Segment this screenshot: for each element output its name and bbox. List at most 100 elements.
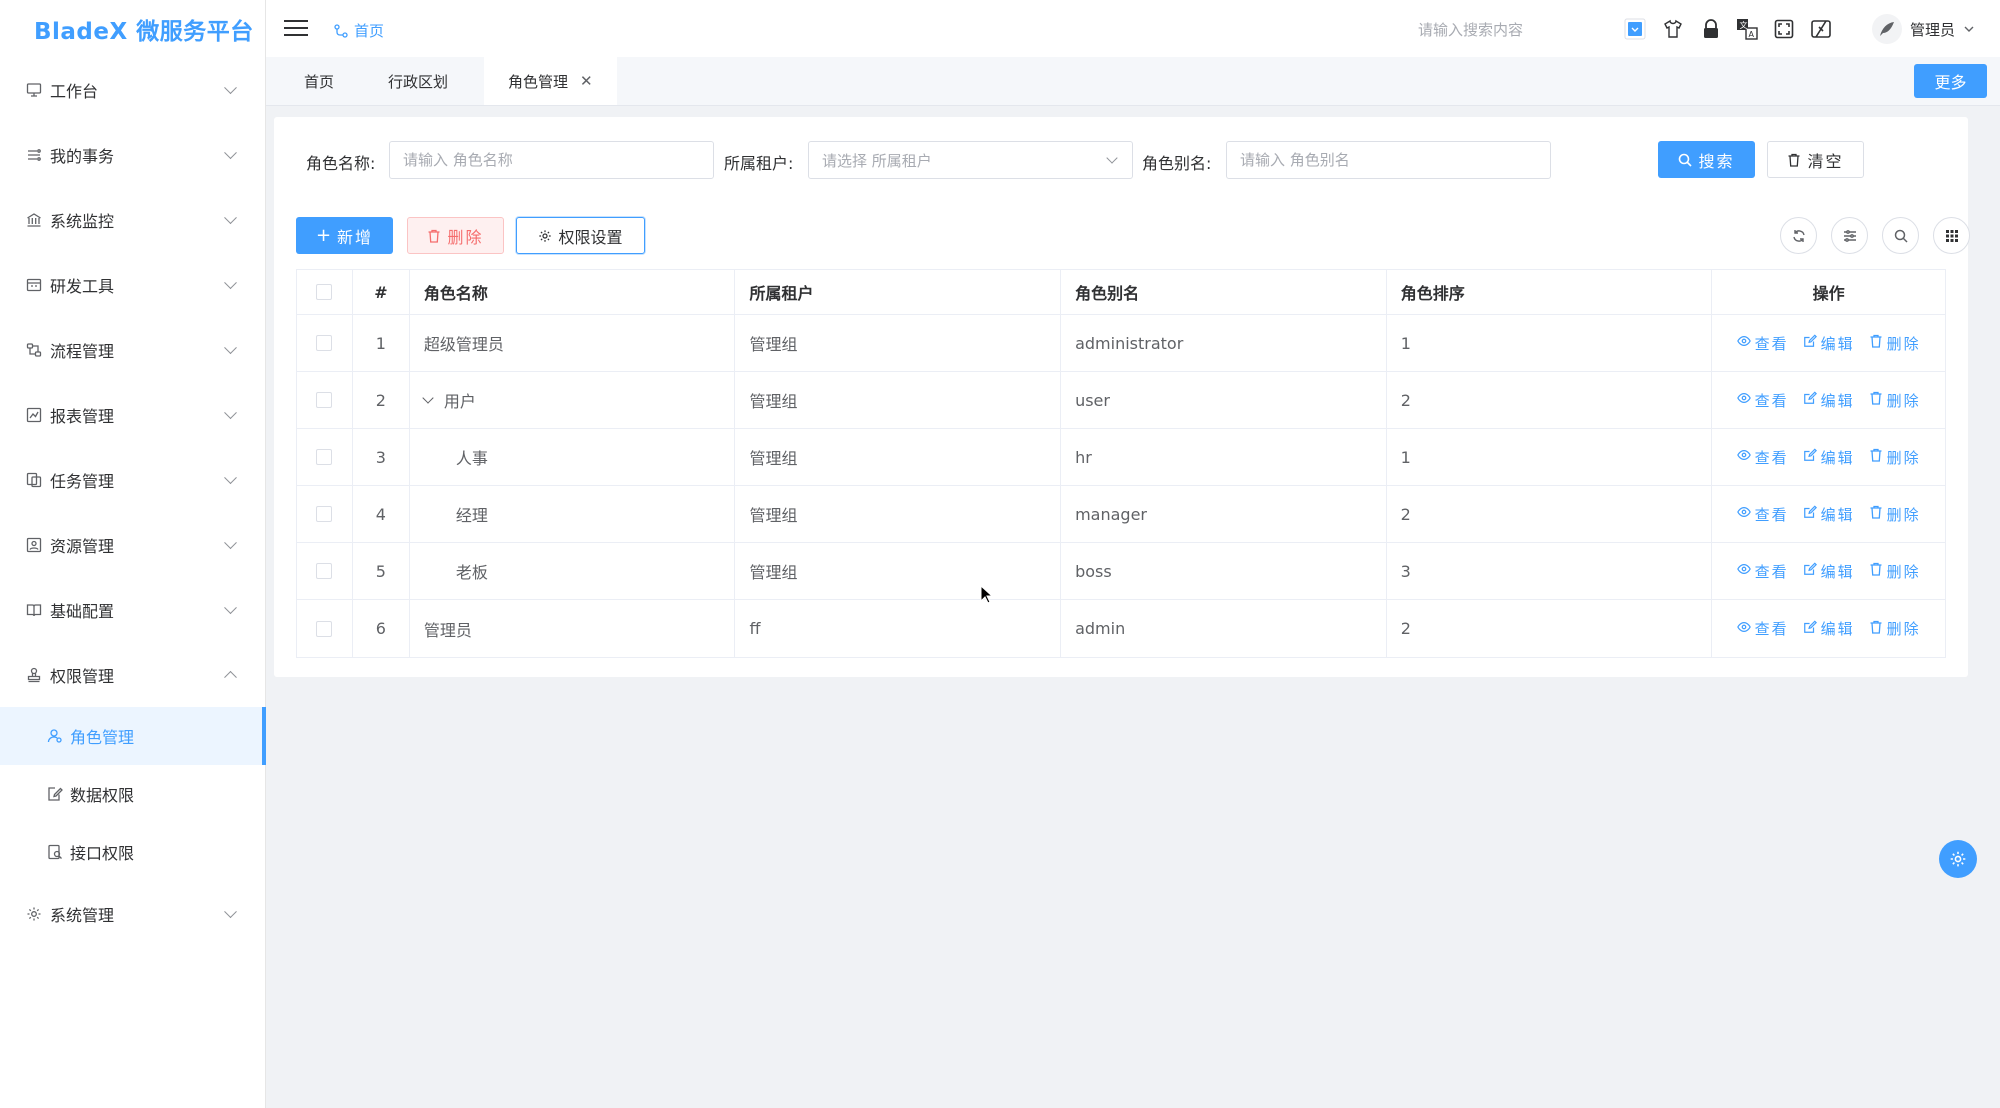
chevron-down-icon — [1106, 152, 1118, 164]
tasks-icon — [24, 145, 44, 165]
tab-role-management[interactable]: 角色管理 ✕ — [484, 57, 617, 105]
screenshot-icon[interactable] — [1810, 18, 1832, 40]
theme-shirt-icon[interactable] — [1662, 18, 1684, 40]
user-name: 管理员 — [1910, 20, 1956, 39]
app-logo[interactable]: BladeX 微服务平台 — [0, 0, 265, 57]
sidebar-item-affairs[interactable]: 我的事务 — [0, 122, 265, 187]
sidebar-item-monitor[interactable]: 系统监控 — [0, 187, 265, 252]
search-icon — [1894, 229, 1908, 243]
sidebar-item-system[interactable]: 系统管理 — [0, 881, 265, 946]
cell-role-sort: 2 — [1387, 372, 1713, 428]
user-menu[interactable]: 管理员 — [1872, 14, 1975, 44]
view-button[interactable]: 查看 — [1736, 504, 1789, 525]
cell-role-name: 人事 — [410, 429, 736, 485]
delete-button[interactable]: 删除 — [1869, 390, 1921, 411]
sidebar-item-flow[interactable]: 流程管理 — [0, 317, 265, 382]
view-button[interactable]: 查看 — [1736, 618, 1789, 639]
eye-icon — [1736, 448, 1751, 466]
sidebar-item-label: 研发工具 — [50, 276, 115, 296]
select-all-checkbox[interactable] — [316, 284, 333, 300]
column-settings-button[interactable] — [1831, 217, 1868, 254]
color-picker-icon[interactable] — [1624, 18, 1646, 40]
sidebar-item-tasks[interactable]: 任务管理 — [0, 447, 265, 512]
row-checkbox[interactable] — [316, 449, 333, 465]
sidebar-subitem-data-permission[interactable]: 数据权限 — [0, 765, 265, 823]
cell-operations: 查看 编辑 删除 — [1712, 543, 1945, 599]
toggle-search-button[interactable] — [1882, 217, 1919, 254]
sidebar-item-basic-config[interactable]: 基础配置 — [0, 577, 265, 642]
search-button[interactable]: 搜索 — [1658, 141, 1755, 178]
delete-button[interactable]: 删除 — [1869, 333, 1921, 354]
header-checkbox-cell — [297, 270, 353, 314]
sidebar-item-reports[interactable]: 报表管理 — [0, 382, 265, 447]
cell-checkbox — [297, 429, 353, 485]
sidebar-subitem-label: 角色管理 — [70, 728, 135, 747]
top-search-input[interactable]: 请输入搜索内容 — [1418, 19, 1523, 40]
task-icon — [24, 470, 44, 490]
edit-button[interactable]: 编辑 — [1803, 561, 1855, 582]
delete-button[interactable]: 删除 — [1869, 504, 1921, 525]
eye-icon — [1736, 620, 1751, 638]
edit-icon — [1803, 448, 1817, 466]
row-checkbox[interactable] — [316, 392, 333, 408]
breadcrumb[interactable]: 首页 — [334, 20, 384, 41]
row-checkbox[interactable] — [316, 563, 333, 579]
edit-button[interactable]: 编辑 — [1803, 504, 1855, 525]
lock-icon[interactable] — [1700, 18, 1722, 40]
delete-button[interactable]: 删除 — [1869, 618, 1921, 639]
sidebar-item-devtools[interactable]: 研发工具 — [0, 252, 265, 317]
tenant-select[interactable]: 请选择 所属租户 — [808, 141, 1133, 179]
table-row: 6 管理员 ff admin 2 查看 编辑 删除 — [297, 600, 1945, 657]
alias-input[interactable] — [1226, 141, 1551, 179]
add-button[interactable]: + 新增 — [296, 217, 393, 254]
row-checkbox[interactable] — [316, 506, 333, 522]
view-button[interactable]: 查看 — [1736, 333, 1789, 354]
breadcrumb-home[interactable]: 首页 — [354, 20, 384, 41]
sidebar-item-resources[interactable]: 资源管理 — [0, 512, 265, 577]
main-card: 角色名称: 所属租户: 请选择 所属租户 角色别名: 搜索 清空 + 新增 删除… — [274, 117, 1970, 677]
sidebar-subitem-role-management[interactable]: 角色管理 — [0, 707, 266, 765]
permission-button-label: 权限设置 — [558, 227, 623, 247]
translate-icon[interactable]: 文A — [1736, 18, 1758, 40]
eye-icon — [1736, 334, 1751, 352]
permission-settings-button[interactable]: 权限设置 — [516, 217, 645, 254]
edit-button[interactable]: 编辑 — [1803, 390, 1855, 411]
tab-administrative-division[interactable]: 行政区划 — [388, 57, 448, 105]
fullscreen-icon[interactable] — [1773, 18, 1795, 40]
edit-button[interactable]: 编辑 — [1803, 447, 1855, 468]
role-name-text: 用户 — [443, 392, 476, 411]
sidebar-item-workbench[interactable]: 工作台 — [0, 57, 265, 122]
chevron-up-icon — [224, 670, 237, 684]
refresh-button[interactable] — [1780, 217, 1817, 254]
tree-expand-icon[interactable] — [422, 392, 434, 404]
edit-icon — [1803, 619, 1817, 638]
close-icon[interactable]: ✕ — [580, 72, 593, 90]
chevron-down-icon — [224, 145, 237, 159]
view-button[interactable]: 查看 — [1736, 447, 1789, 468]
sidebar-item-label: 基础配置 — [50, 601, 115, 621]
sidebar-subitem-api-permission[interactable]: 接口权限 — [0, 823, 265, 881]
delete-button[interactable]: 删除 — [1869, 561, 1921, 582]
view-button[interactable]: 查看 — [1736, 390, 1789, 411]
settings-float-button[interactable] — [1939, 840, 1977, 878]
sidebar-item-permissions[interactable]: 权限管理 — [0, 642, 265, 707]
edit-button[interactable]: 编辑 — [1803, 618, 1855, 639]
edit-button[interactable]: 编辑 — [1803, 333, 1855, 354]
cell-role-alias: manager — [1061, 486, 1387, 542]
search-icon — [1679, 153, 1693, 167]
role-name-input[interactable] — [389, 141, 714, 179]
tab-home[interactable]: 首页 — [304, 57, 334, 105]
grid-view-button[interactable] — [1933, 217, 1970, 254]
view-button[interactable]: 查看 — [1736, 561, 1789, 582]
more-button[interactable]: 更多 — [1914, 64, 1987, 98]
table-header-row: # 角色名称 所属租户 角色别名 角色排序 操作 — [297, 270, 1945, 315]
batch-delete-button[interactable]: 删除 — [407, 217, 504, 254]
sidebar-menu: 工作台 我的事务 系统监控 研发工具 流程管理 报表管理 任务管理 资源管理 基… — [0, 57, 266, 946]
search-button-label: 搜索 — [1698, 151, 1735, 171]
row-checkbox[interactable] — [316, 335, 333, 351]
clear-button[interactable]: 清空 — [1767, 141, 1864, 178]
chevron-down-icon — [224, 600, 237, 614]
row-checkbox[interactable] — [316, 620, 333, 637]
delete-button[interactable]: 删除 — [1869, 447, 1921, 468]
menu-toggle-icon[interactable] — [284, 20, 308, 38]
